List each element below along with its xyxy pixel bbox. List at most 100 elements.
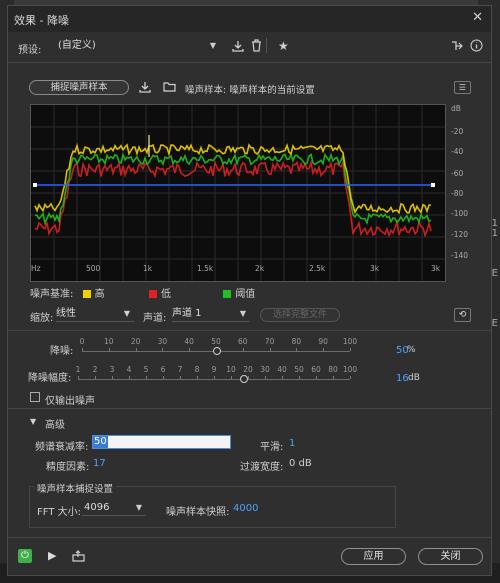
snapshots-value[interactable]: 4000 (233, 503, 258, 514)
chevron-down-icon: ▼ (209, 41, 216, 50)
save-preset-icon[interactable] (232, 40, 244, 55)
slider-tick-label: 100 (342, 365, 358, 374)
slider-tick-label: 80 (328, 365, 338, 374)
chevron-down-icon[interactable]: ▼ (30, 417, 36, 426)
slider-tick-label: 60 (311, 365, 321, 374)
db-tick: -80 (451, 189, 464, 198)
reduce-by-ticks: 1 2 3 4 5 6 7 8 9 10 20 30 40 50 60 80 100 (75, 365, 357, 379)
slider-tick-label: 5 (143, 365, 149, 374)
db-tick: -100 (451, 209, 469, 218)
noise-floor-low-line (34, 159, 432, 238)
slider-tick-label: 10 (226, 365, 236, 374)
legend-swatch-threshold (223, 290, 232, 298)
legend-item-low: 低 (160, 289, 171, 300)
reduce-by-value[interactable]: 16 (396, 373, 409, 384)
smoothing-label: 平滑: (260, 442, 284, 453)
precision-label: 精度因素: (46, 462, 90, 473)
reduce-by-label: 降噪幅度: (28, 373, 72, 384)
chevron-down-icon: ▼ (135, 503, 142, 512)
loop-icon[interactable] (72, 550, 85, 565)
title-bar: 效果 - 降噪 ✕ (8, 6, 491, 32)
hz-tick: 500 (86, 264, 101, 273)
slider-tick-mark (350, 376, 351, 379)
advanced-header[interactable]: 高级 (45, 416, 65, 431)
reduce-by-knob[interactable] (240, 375, 248, 383)
hz-tick: 1.5k (197, 264, 214, 273)
smoothing-value[interactable]: 1 (289, 438, 295, 449)
reset-icon[interactable]: ⟲ (454, 308, 471, 322)
presets-label: 预设: (18, 45, 42, 56)
chevron-down-icon: ▼ (123, 309, 130, 318)
divider (8, 408, 491, 409)
divider (8, 537, 491, 538)
noise-floor-graph[interactable] (30, 104, 446, 282)
slider-tick-label: 7 (177, 365, 183, 374)
noise-reduction-dialog: 效果 - 降噪 ✕ 预设: (自定义) ▼ ★ 捕捉噪声样本 噪声样本: 噪声样… (7, 5, 492, 576)
slider-tick-label: 9 (211, 365, 217, 374)
legend-item-threshold: 阈值 (235, 289, 256, 300)
divider (266, 38, 267, 53)
threshold-handle (33, 183, 37, 187)
reduce-by-track[interactable] (78, 379, 350, 380)
folder-icon[interactable] (163, 81, 176, 95)
slider-tick-label: 60 (238, 337, 248, 346)
slider-tick-label: 4 (126, 365, 132, 374)
fft-size-dropdown[interactable]: 4096 ▼ (82, 500, 146, 516)
db-tick: -140 (451, 251, 469, 260)
db-tick: -120 (451, 230, 469, 239)
slider-tick-label: 1 (75, 365, 81, 374)
slider-tick-label: 3 (109, 365, 115, 374)
presets-value: (自定义) (58, 40, 96, 51)
play-icon[interactable]: ▶ (48, 549, 56, 562)
slider-tick-label: 50 (211, 337, 221, 346)
route-icon[interactable] (451, 40, 463, 55)
hz-tick: 2.5k (309, 264, 326, 273)
trash-icon[interactable] (251, 39, 262, 55)
output-noise-only-label: 仅输出噪声 (45, 396, 95, 407)
output-noise-only-checkbox[interactable] (30, 392, 40, 402)
close-button[interactable]: 关闭 (418, 548, 483, 565)
background-text: 1 (491, 228, 498, 239)
power-icon[interactable]: ⏻ (18, 549, 32, 563)
noise-reduction-label: 降噪: (50, 346, 74, 357)
transition-value[interactable]: 0 dB (289, 458, 312, 469)
scale-dropdown[interactable]: 线性 ▼ (56, 306, 134, 322)
db-tick: -60 (451, 169, 464, 178)
select-entire-file-button[interactable]: 选择完整文件 (260, 308, 340, 322)
slider-tick-label: 50 (294, 365, 304, 374)
divider (8, 62, 491, 63)
presets-dropdown[interactable]: (自定义) ▼ (52, 38, 220, 54)
channel-dropdown[interactable]: 声道 1 ▼ (172, 306, 250, 322)
hz-tick: 1k (143, 264, 153, 273)
threshold-handle (431, 183, 435, 187)
slider-tick-label: 100 (342, 337, 358, 346)
legend: 噪声基准: 高 低 阈值 (30, 285, 255, 300)
download-icon[interactable] (139, 81, 151, 96)
info-icon[interactable] (470, 39, 483, 55)
channel-label: 声道: (143, 313, 167, 324)
slider-tick-label: 20 (243, 365, 253, 374)
star-icon[interactable]: ★ (278, 40, 289, 52)
capture-noise-print-button[interactable]: 捕捉噪声样本 (29, 80, 129, 95)
legend-item-high: 高 (94, 289, 105, 300)
slider-tick-label: 40 (184, 337, 194, 346)
slider-tick-label: 80 (291, 337, 302, 346)
spectral-decay-input[interactable]: 50 (92, 435, 231, 449)
spectral-decay-label: 频谱衰减率: (35, 442, 89, 453)
close-icon[interactable]: ✕ (472, 10, 483, 25)
noise-reduction-knob[interactable] (213, 347, 221, 355)
slider-tick-label: 20 (130, 337, 141, 346)
slider-tick-label: 40 (277, 365, 287, 374)
slider-tick-label: 10 (104, 337, 114, 346)
slider-tick-label: 2 (92, 365, 98, 374)
scale-value: 线性 (56, 308, 76, 319)
graph-menu-icon[interactable]: ☰ (454, 81, 471, 94)
legend-label: 噪声基准: (30, 289, 74, 300)
chevron-down-icon: ▼ (239, 309, 246, 318)
divider (8, 330, 491, 331)
apply-button[interactable]: 应用 (341, 548, 406, 565)
slider-tick-label: 6 (160, 365, 166, 374)
legend-swatch-low (148, 290, 157, 298)
reduce-by-unit: dB (408, 373, 420, 383)
precision-value[interactable]: 17 (93, 458, 106, 469)
